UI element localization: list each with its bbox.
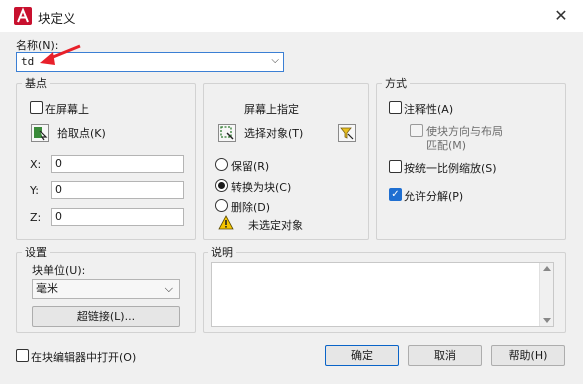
pick-point-button[interactable] (31, 124, 49, 142)
annotative-checkbox[interactable] (389, 101, 402, 114)
specify-on-screen-checkbox[interactable] (30, 101, 43, 114)
description-scrollbar[interactable] (539, 263, 553, 326)
description-textarea[interactable] (211, 262, 554, 327)
objects-title: 屏幕上指定 (244, 103, 299, 116)
autocad-app-icon (14, 7, 32, 25)
scale-uniformly-label: 按统一比例缩放(S) (404, 162, 497, 175)
match-orientation-checkbox[interactable] (410, 124, 423, 137)
pick-point-label: 拾取点(K) (57, 127, 106, 140)
cancel-button[interactable]: 取消 (408, 345, 482, 366)
delete-label: 删除(D) (231, 201, 271, 214)
chevron-down-icon[interactable]: ⌵ (271, 55, 279, 66)
help-button[interactable]: 帮助(H) (491, 345, 565, 366)
objects-status: 未选定对象 (248, 219, 303, 232)
ok-button[interactable]: 确定 (325, 345, 399, 366)
scale-uniformly-checkbox[interactable] (389, 160, 402, 173)
close-icon[interactable]: ✕ (548, 4, 574, 28)
x-input[interactable]: 0 (51, 155, 184, 173)
z-label: Z: (30, 211, 42, 224)
scroll-down-icon[interactable] (543, 318, 551, 323)
retain-label: 保留(R) (231, 160, 270, 173)
behavior-title: 方式 (382, 75, 410, 91)
z-input[interactable]: 0 (51, 208, 184, 226)
base-point-title: 基点 (22, 75, 50, 91)
settings-title: 设置 (22, 244, 50, 260)
quick-select-icon (340, 127, 354, 140)
block-unit-select[interactable]: 毫米 ⌵ (32, 279, 180, 299)
convert-to-block-label: 转换为块(C) (231, 181, 292, 194)
block-unit-label: 块单位(U): (32, 264, 86, 277)
hyperlink-button[interactable]: 超链接(L)... (32, 306, 180, 327)
block-unit-value: 毫米 (36, 282, 58, 295)
allow-exploding-checkbox[interactable]: ✓ (389, 188, 402, 201)
specify-on-screen-label: 在屏幕上 (45, 103, 89, 116)
title-bar (0, 0, 583, 32)
allow-exploding-label: 允许分解(P) (404, 190, 464, 203)
convert-to-block-radio[interactable] (215, 179, 228, 192)
annotative-label: 注释性(A) (404, 103, 454, 116)
window-title: 块定义 (38, 11, 76, 26)
annotation-arrow-icon (40, 44, 81, 65)
name-input[interactable]: td (21, 55, 34, 68)
x-label: X: (30, 158, 42, 171)
select-objects-label: 选择对象(T) (244, 127, 304, 140)
quick-select-button[interactable] (338, 124, 356, 142)
select-objects-button[interactable] (218, 124, 236, 142)
warning-icon (218, 215, 234, 230)
select-objects-icon (220, 126, 234, 140)
open-in-block-editor-label: 在块编辑器中打开(O) (31, 351, 137, 364)
pick-point-icon (34, 127, 48, 141)
retain-radio[interactable] (215, 158, 228, 171)
y-input[interactable]: 0 (51, 181, 184, 199)
chevron-down-icon: ⌵ (164, 282, 173, 295)
y-label: Y: (30, 184, 39, 197)
delete-radio[interactable] (215, 199, 228, 212)
match-orientation-label-line2: 匹配(M) (426, 139, 467, 152)
description-title: 说明 (208, 244, 236, 260)
open-in-block-editor-checkbox[interactable] (16, 349, 29, 362)
scroll-up-icon[interactable] (543, 266, 551, 271)
